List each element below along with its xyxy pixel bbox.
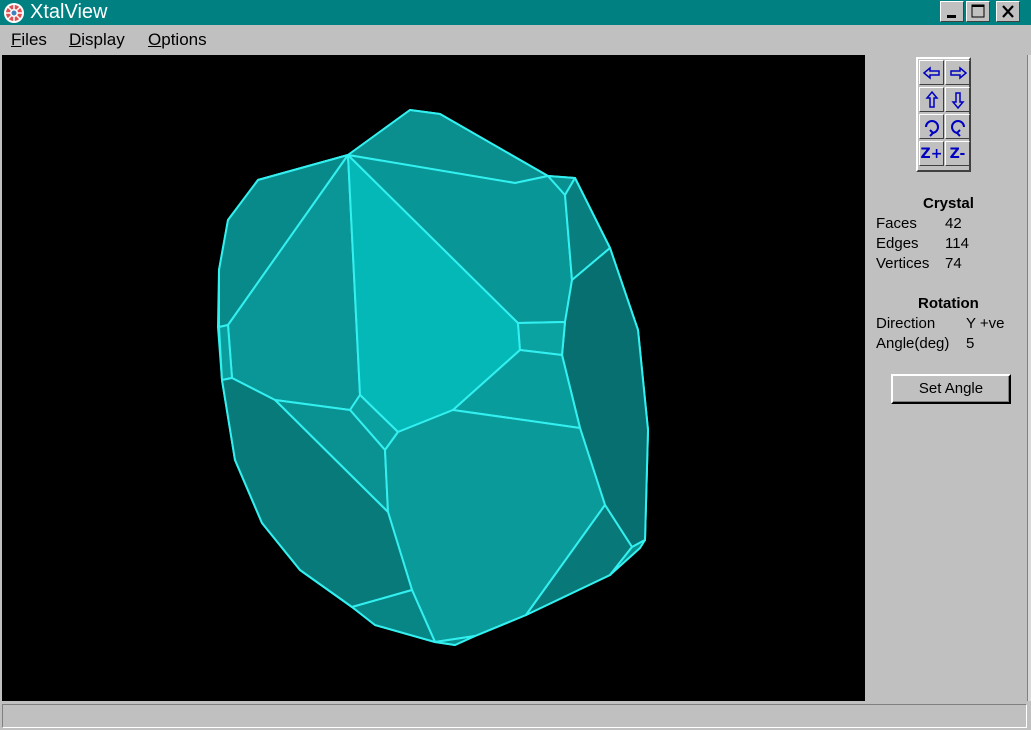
spin-clockwise-icon <box>924 119 939 137</box>
vertices-value: 74 <box>945 255 962 272</box>
spin-counterclockwise-icon <box>950 119 965 137</box>
menu-files-label: Files <box>11 30 47 49</box>
rotate-down-button[interactable] <box>945 87 970 112</box>
window-edge <box>1027 55 1031 701</box>
crystal-heading: Crystal <box>923 195 974 212</box>
spin-clockwise-button[interactable] <box>919 114 944 139</box>
rotate-left-button[interactable] <box>919 60 944 85</box>
angle-label: Angle(deg) <box>876 335 950 352</box>
zoom-out-icon: Z- <box>949 145 966 162</box>
edges-label: Edges <box>876 235 919 252</box>
vertices-label: Vertices <box>876 255 930 272</box>
rotate-left-icon <box>922 65 940 80</box>
angle-value: 5 <box>966 335 975 352</box>
zoom-out-button[interactable]: Z- <box>945 141 970 166</box>
minimize-button[interactable] <box>940 1 964 22</box>
set-angle-button[interactable]: Set Angle <box>891 374 1011 404</box>
rotate-down-icon <box>950 91 965 109</box>
faces-value: 42 <box>945 215 962 232</box>
menu-files[interactable]: Files <box>11 30 47 50</box>
rotate-right-button[interactable] <box>945 60 970 85</box>
menu-display[interactable]: Display <box>69 30 125 50</box>
zoom-in-button[interactable]: Z+ <box>919 141 944 166</box>
menu-display-label: Display <box>69 30 125 49</box>
window-title: XtalView <box>30 1 108 23</box>
menu-bar: Files Display Options <box>0 25 1031 53</box>
rotate-up-button[interactable] <box>919 87 944 112</box>
minimize-icon <box>947 15 956 18</box>
status-bar <box>2 704 1027 728</box>
rotation-heading: Rotation <box>918 295 979 312</box>
direction-label: Direction <box>876 315 936 332</box>
zoom-in-icon: Z+ <box>920 145 943 162</box>
crystal-wheel-icon <box>4 3 24 23</box>
rotate-up-icon <box>924 90 939 108</box>
faces-label: Faces <box>876 215 917 232</box>
close-button[interactable] <box>996 1 1020 22</box>
spin-counterclockwise-button[interactable] <box>945 114 970 139</box>
maximize-button[interactable] <box>966 1 990 22</box>
crystal-viewport[interactable] <box>2 55 865 701</box>
edges-value: 114 <box>945 235 969 252</box>
maximize-icon <box>971 4 985 18</box>
menu-options[interactable]: Options <box>148 30 207 50</box>
menu-options-label: Options <box>148 30 207 49</box>
direction-value: Y +ve <box>966 315 1005 332</box>
rotate-right-icon <box>949 65 967 80</box>
rotation-toolbar: Z+ Z- <box>916 57 971 172</box>
crystal-model[interactable] <box>2 55 865 701</box>
title-bar[interactable]: XtalView <box>0 0 1031 25</box>
close-icon <box>1002 5 1014 18</box>
